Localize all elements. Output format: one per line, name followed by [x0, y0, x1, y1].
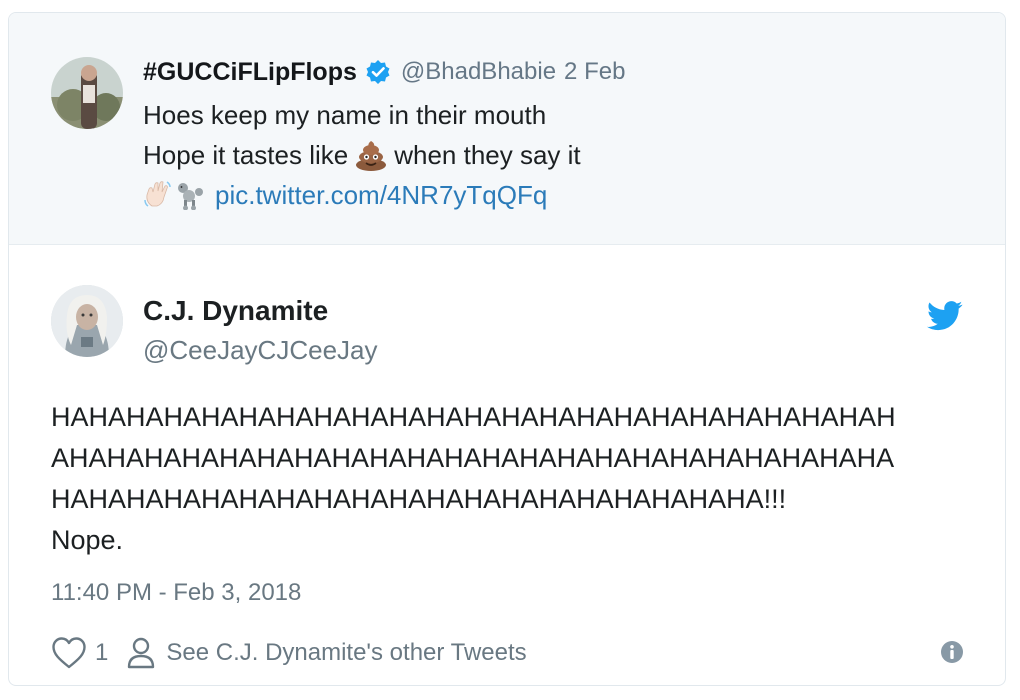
quoted-tweet-handle[interactable]: @BhadBhabie	[401, 58, 556, 86]
see-other-tweets-link[interactable]: See C.J. Dynamite's other Tweets	[126, 636, 527, 670]
person-icon	[128, 637, 155, 669]
quoted-tweet-line-2-start: Hope it tastes like	[143, 140, 349, 170]
tweet-text-line: AHAHAHAHAHAHAHAHAHAHAHAHAHAHAHAHAHAHAHAH…	[51, 443, 895, 473]
poop-emoji	[354, 138, 388, 172]
quoted-tweet[interactable]: #GUCCiFLipFlops @BhadBhabie 2 Feb Hoes k…	[9, 13, 1005, 245]
quoted-tweet-line-3: pic.twitter.com/4NR7yTqQFq	[143, 175, 581, 215]
quoted-tweet-line-1: Hoes keep my name in their mouth	[143, 100, 547, 130]
embedded-tweet-card[interactable]: #GUCCiFLipFlops @BhadBhabie 2 Feb Hoes k…	[8, 12, 1006, 686]
tweet-timestamp[interactable]: 11:40 PM - Feb 3, 2018	[51, 579, 301, 607]
quoted-tweet-line-2: Hope it tastes like when they say it	[143, 135, 581, 175]
like-button[interactable]: 1	[51, 636, 126, 670]
poodle-emoji	[175, 180, 205, 211]
tweet-text: HAHAHAHAHAHAHAHAHAHAHAHAHAHAHAHAHAHAHAHA…	[51, 397, 981, 561]
quoted-tweet-display-name[interactable]: #GUCCiFLipFlops	[143, 58, 357, 87]
verified-badge-icon	[365, 59, 391, 85]
heart-icon	[52, 637, 86, 669]
tweet-text-line: HAHAHAHAHAHAHAHAHAHAHAHAHAHAHAHAHAHAHA!!…	[51, 484, 787, 514]
author-display-name[interactable]: C.J. Dynamite	[143, 295, 328, 327]
quoted-tweet-line-2-end: when they say it	[394, 140, 581, 170]
author-avatar[interactable]	[51, 285, 123, 357]
tweet-text-line: HAHAHAHAHAHAHAHAHAHAHAHAHAHAHAHAHAHAHAHA…	[51, 402, 896, 432]
like-count: 1	[95, 639, 109, 666]
quoted-tweet-date[interactable]: 2 Feb	[564, 58, 625, 86]
info-icon[interactable]	[939, 639, 965, 665]
see-other-tweets-label: See C.J. Dynamite's other Tweets	[166, 639, 527, 666]
tweet-text-line: Nope.	[51, 525, 124, 555]
quoted-tweet-header: #GUCCiFLipFlops @BhadBhabie 2 Feb	[143, 55, 625, 89]
waving-hand-emoji	[143, 180, 173, 210]
author-handle[interactable]: @CeeJayCJCeeJay	[143, 335, 377, 366]
quoted-tweet-link[interactable]: pic.twitter.com/4NR7yTqQFq	[215, 175, 547, 215]
quoted-tweet-avatar[interactable]	[51, 57, 123, 129]
tweet-actions: 1 See C.J. Dynamite's other Tweets	[51, 633, 527, 673]
quoted-tweet-text: Hoes keep my name in their mouth Hope it…	[143, 95, 581, 215]
twitter-bird-icon[interactable]	[927, 301, 963, 331]
